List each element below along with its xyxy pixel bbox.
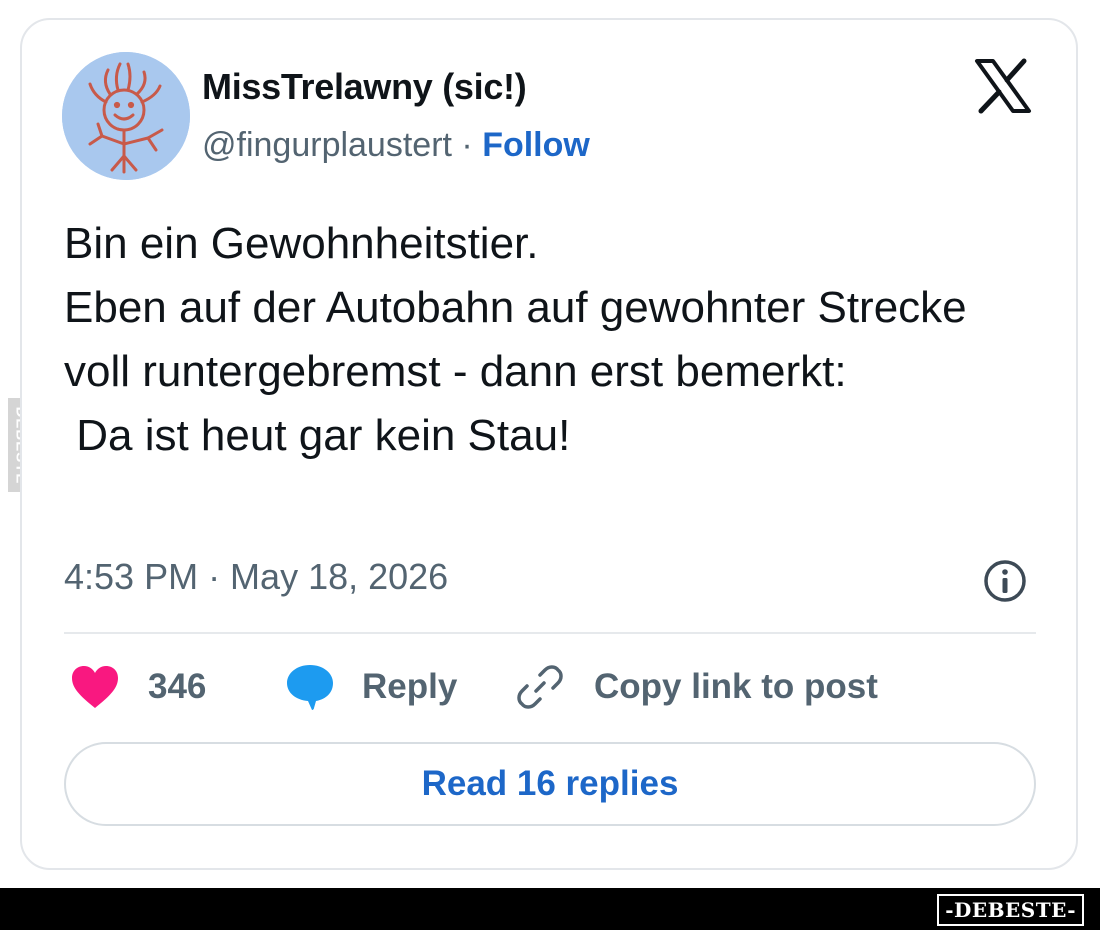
page: DEBESTE bbox=[0, 0, 1100, 930]
like-button[interactable]: 346 bbox=[70, 662, 206, 712]
drawn-smiley-figure-avatar-icon bbox=[62, 52, 190, 180]
copy-link-label: Copy link to post bbox=[594, 667, 878, 706]
tweet-text: Bin ein Gewohnheitstier. Eben auf der Au… bbox=[64, 219, 967, 460]
like-count: 346 bbox=[148, 667, 207, 706]
author-handle[interactable]: @fingurplaustert bbox=[202, 126, 452, 164]
read-replies-button[interactable]: Read 16 replies bbox=[64, 742, 1036, 826]
avatar[interactable] bbox=[62, 52, 190, 180]
reply-button[interactable]: Reply bbox=[284, 662, 457, 712]
speech-bubble-icon bbox=[287, 665, 333, 710]
link-icon bbox=[517, 665, 563, 709]
copy-link-button[interactable]: Copy link to post bbox=[514, 662, 878, 712]
divider bbox=[64, 632, 1036, 634]
bottom-watermark-text: -DEBESTE- bbox=[937, 894, 1084, 926]
handle-separator: · bbox=[451, 126, 483, 164]
reply-label: Reply bbox=[362, 667, 458, 706]
author-handle-row: @fingurplaustert · Follow bbox=[202, 126, 590, 165]
info-circle-icon[interactable] bbox=[982, 558, 1028, 604]
follow-button[interactable]: Follow bbox=[482, 126, 590, 164]
heart-icon bbox=[72, 666, 118, 708]
x-logo-icon[interactable] bbox=[974, 58, 1032, 114]
bottom-watermark-bar: -DEBESTE- bbox=[0, 888, 1100, 930]
author-display-name[interactable]: MissTrelawny (sic!) bbox=[202, 66, 527, 108]
tweet-timestamp[interactable]: 4:53 PM · May 18, 2026 bbox=[64, 556, 448, 598]
